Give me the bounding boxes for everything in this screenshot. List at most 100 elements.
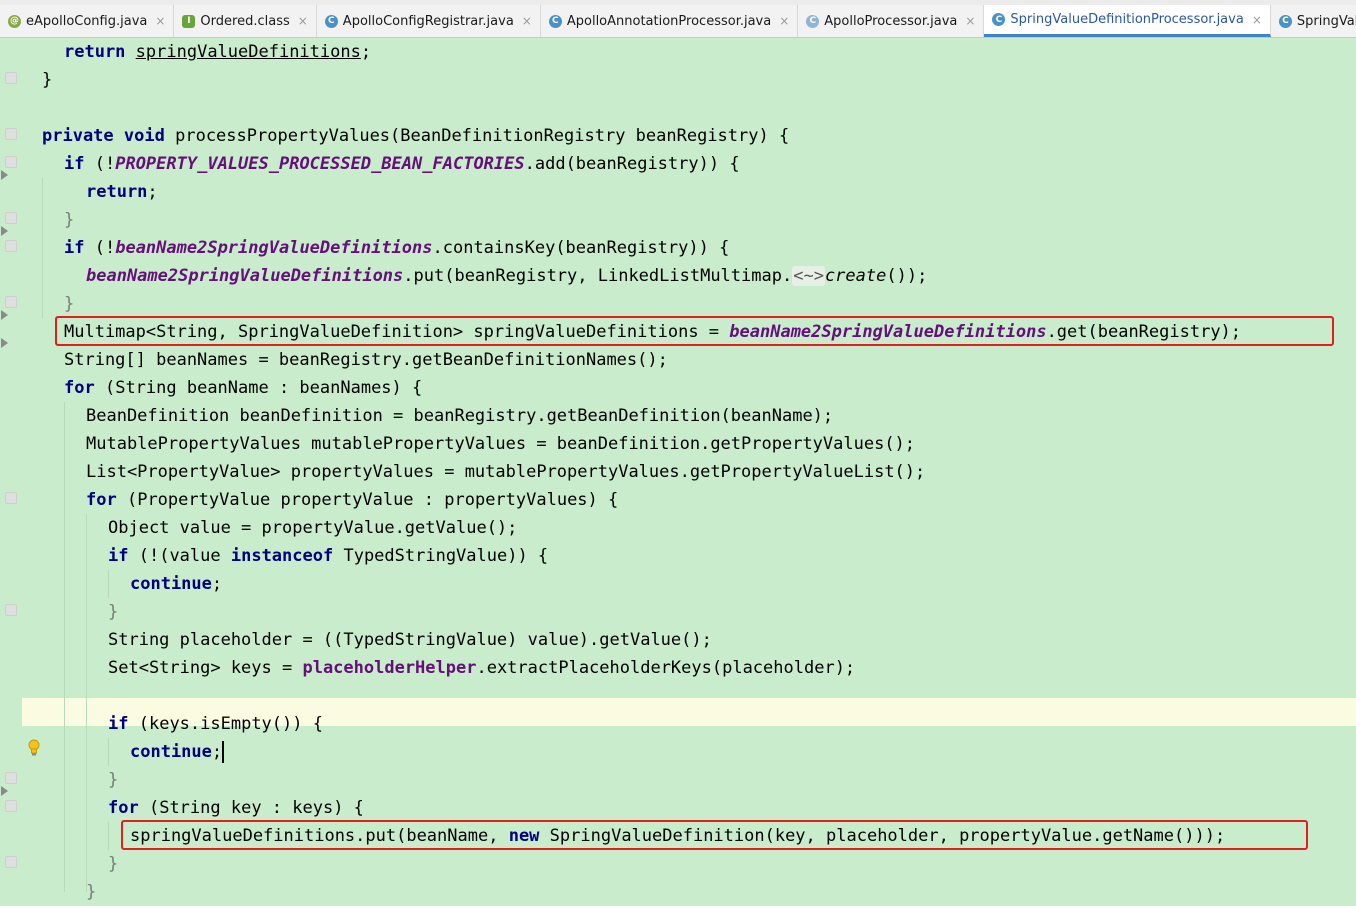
gutter-arrow-icon[interactable] <box>1 226 8 236</box>
tab-ordered-class[interactable]: I Ordered.class × <box>174 5 317 37</box>
indent-guide <box>108 570 109 598</box>
code-text: Set<String> keys = <box>108 658 303 678</box>
closing-brace: } <box>108 770 119 790</box>
code-line-23: Set<String> keys = placeholderHelper.ext… <box>108 654 855 682</box>
code-line-10: } <box>64 290 74 318</box>
diamond-fold[interactable]: <~> <box>792 266 825 286</box>
keyword: continue <box>130 574 212 594</box>
code-line-4: private void processPropertyValues(BeanD… <box>42 122 789 150</box>
code-line-14: BeanDefinition beanDefinition = beanRegi… <box>86 402 833 430</box>
code-text: Object value = propertyValue.getValue(); <box>108 518 518 538</box>
fold-marker-icon[interactable] <box>5 856 17 868</box>
tab-label: eApolloConfig.java <box>26 13 148 29</box>
tab-label: SpringValueDefinitionProcessor.java <box>1010 12 1244 27</box>
keyword: continue <box>130 742 212 762</box>
closing-brace: } <box>64 210 75 230</box>
keyword: for <box>108 798 139 818</box>
code-line-27: } <box>108 766 118 794</box>
tab-apollo-processor[interactable]: C ApolloProcessor.java × <box>798 5 985 37</box>
fold-marker-icon[interactable] <box>5 212 17 224</box>
tab-spring-value-definition[interactable]: C SpringValueDefinition.java × <box>1271 5 1356 37</box>
keyword: if <box>64 154 85 174</box>
interface-icon: I <box>182 14 196 28</box>
code-line-8: if (!beanName2SpringValueDefinitions.con… <box>64 234 729 262</box>
fold-marker-icon[interactable] <box>5 604 17 616</box>
keyword: private <box>42 126 114 146</box>
closing-brace: } <box>42 70 53 90</box>
fold-marker-icon[interactable] <box>5 72 17 84</box>
instance-field: placeholderHelper <box>302 658 477 678</box>
code-line-21: } <box>108 598 118 626</box>
indent-guide <box>108 822 109 850</box>
close-icon[interactable]: × <box>779 14 789 28</box>
tab-label: Ordered.class <box>200 13 290 29</box>
punct: (! <box>94 238 116 258</box>
text-caret <box>222 741 225 763</box>
keyword: if <box>108 714 129 734</box>
tab-apollo-config-registrar[interactable]: C ApolloConfigRegistrar.java × <box>317 5 541 37</box>
code-text: (String key : keys) { <box>148 798 364 818</box>
gutter-arrow-icon[interactable] <box>1 310 8 320</box>
tab-label: ApolloConfigRegistrar.java <box>342 13 514 29</box>
code-line-28: for (String key : keys) { <box>108 794 364 822</box>
tab-label: SpringValueDefinition.java <box>1296 13 1356 29</box>
code-text: String[] beanNames = beanRegistry.getBea… <box>64 350 668 370</box>
close-icon[interactable]: × <box>1252 13 1262 27</box>
close-icon[interactable]: × <box>298 14 308 28</box>
code-text: ()); <box>886 266 928 286</box>
close-icon[interactable]: × <box>522 14 532 28</box>
code-text: List<PropertyValue> propertyValues = mut… <box>86 462 926 482</box>
keyword: void <box>123 126 165 146</box>
class-icon: C <box>992 13 1006 26</box>
close-icon[interactable]: × <box>965 14 975 28</box>
gutter-arrow-icon[interactable] <box>1 786 8 796</box>
close-icon[interactable]: × <box>155 14 165 28</box>
code-line-16: List<PropertyValue> propertyValues = mut… <box>86 458 925 486</box>
annotation-icon: @ <box>8 14 21 28</box>
indent-guide <box>64 402 65 892</box>
code-line-13: for (String beanName : beanNames) { <box>64 374 422 402</box>
static-field: beanName2SpringValueDefinitions <box>86 266 404 286</box>
code-line-12: String[] beanNames = beanRegistry.getBea… <box>64 346 668 374</box>
code-line-26: continue; <box>130 738 225 766</box>
tab-label: ApolloAnnotationProcessor.java <box>566 13 772 29</box>
editor-tab-bar: @ eApolloConfig.java × I Ordered.class ×… <box>0 5 1356 38</box>
code-text: .put(beanRegistry, LinkedListMultimap. <box>403 266 793 286</box>
code-line-18: Object value = propertyValue.getValue(); <box>108 514 517 542</box>
keyword: return <box>86 182 148 202</box>
fold-marker-icon[interactable] <box>5 240 17 252</box>
abstract-class-icon: C <box>806 14 820 28</box>
fold-marker-icon[interactable] <box>5 128 17 140</box>
tab-apollo-annotation-processor[interactable]: C ApolloAnnotationProcessor.java × <box>541 5 799 37</box>
keyword: if <box>108 546 129 566</box>
code-line-19: if (!(value instanceof TypedStringValue)… <box>108 542 548 570</box>
code-line-9: beanName2SpringValueDefinitions.put(bean… <box>86 262 927 290</box>
code-text: .containsKey(beanRegistry)) { <box>432 238 730 258</box>
code-text: (PropertyValue propertyValue : propertyV… <box>126 490 619 510</box>
class-icon: C <box>548 14 562 28</box>
code-editor[interactable]: return springValueDefinitions; } private… <box>20 38 1356 902</box>
fold-marker-icon[interactable] <box>5 296 17 308</box>
closing-brace: } <box>64 294 75 314</box>
punct: ; <box>211 574 223 594</box>
fold-marker-icon[interactable] <box>5 156 17 168</box>
static-field: beanName2SpringValueDefinitions <box>115 238 433 258</box>
indent-guide <box>86 514 87 892</box>
indent-guide <box>108 738 109 766</box>
code-text: MutablePropertyValues mutablePropertyVal… <box>86 434 916 454</box>
fold-marker-icon[interactable] <box>5 772 17 784</box>
code-line-15: MutablePropertyValues mutablePropertyVal… <box>86 430 915 458</box>
fold-marker-icon[interactable] <box>5 800 17 812</box>
fold-marker-icon[interactable] <box>5 492 17 504</box>
closing-brace: } <box>86 882 97 902</box>
gutter-arrow-icon[interactable] <box>1 170 8 180</box>
code-text: (String beanName : beanNames) { <box>104 378 423 398</box>
code-line-6: return; <box>86 178 158 206</box>
tab-enable-apollo-config[interactable]: @ eApolloConfig.java × <box>0 5 175 37</box>
closing-brace: } <box>108 602 119 622</box>
keyword: for <box>86 490 117 510</box>
tab-spring-value-definition-processor[interactable]: C SpringValueDefinitionProcessor.java × <box>984 5 1271 37</box>
gutter-arrow-icon[interactable] <box>1 338 8 348</box>
code-line-22: String placeholder = ((TypedStringValue)… <box>108 626 712 654</box>
punct: ; <box>211 742 223 762</box>
